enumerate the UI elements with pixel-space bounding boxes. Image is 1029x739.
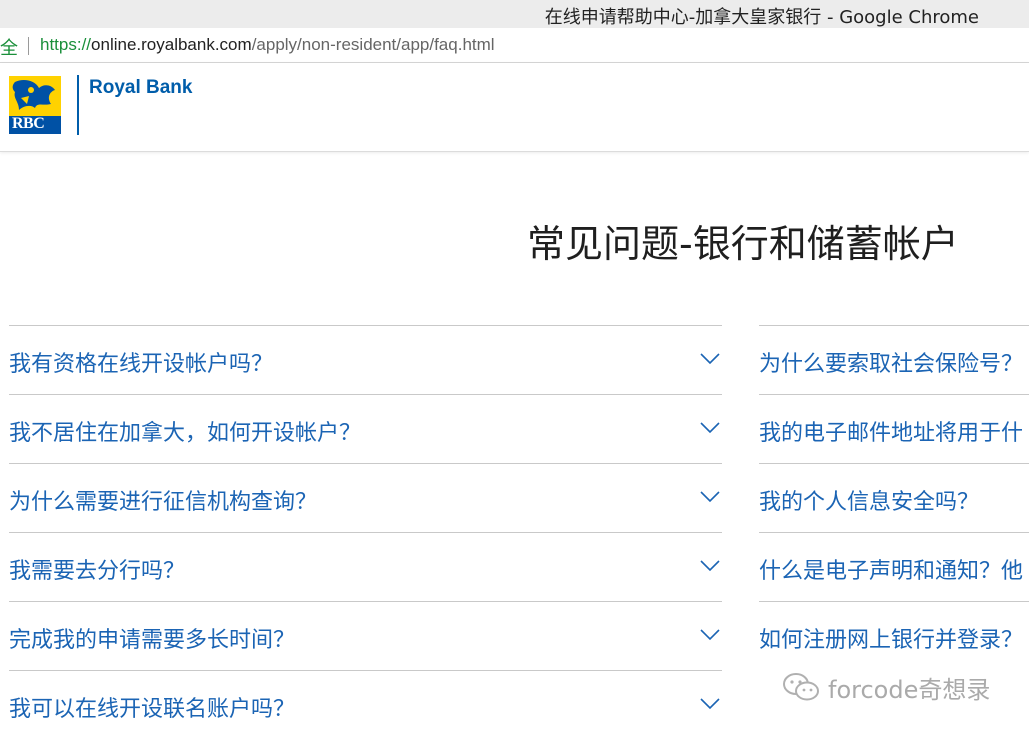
site-header: RBC Royal Bank xyxy=(0,63,1029,152)
faq-item[interactable]: 我可以在线开设联名账户吗？ xyxy=(9,670,722,739)
wechat-icon xyxy=(783,673,819,701)
page-title: 常见问题-银行和储蓄帐户 xyxy=(527,222,959,266)
faq-question[interactable]: 什么是电子声明和通知？他 xyxy=(759,553,1023,585)
faq-question[interactable]: 我可以在线开设联名账户吗？ xyxy=(9,691,295,723)
watermark-text: forcode奇想录 xyxy=(828,675,991,704)
secure-indicator[interactable]: 全 xyxy=(0,34,18,60)
logo-text: RBC xyxy=(12,115,45,132)
faq-item[interactable]: 什么是电子声明和通知？他 xyxy=(759,532,1029,601)
faq-item[interactable]: 我有资格在线开设帐户吗？ xyxy=(9,325,722,394)
chevron-down-icon[interactable] xyxy=(700,491,720,503)
chevron-down-icon[interactable] xyxy=(700,422,720,434)
faq-question[interactable]: 我需要去分行吗？ xyxy=(9,553,185,585)
faq-question[interactable]: 为什么需要进行征信机构查询？ xyxy=(9,484,317,516)
faq-question[interactable]: 如何注册网上银行并登录？ xyxy=(759,622,1023,654)
faq-list-left: 我有资格在线开设帐户吗？ 我不居住在加拿大，如何开设帐户？ 为什么需要进行征信机构查… xyxy=(9,325,722,739)
logo-divider xyxy=(77,75,79,135)
faq-list-right: 为什么要索取社会保险号？ 我的电子邮件地址将用于什 我的个人信息安全吗？ 什么是电子声… xyxy=(759,325,1029,670)
faq-question[interactable]: 我的个人信息安全吗？ xyxy=(759,484,979,516)
url-host: online.royalbank.com xyxy=(91,35,252,54)
faq-item[interactable]: 我不居住在加拿大，如何开设帐户？ xyxy=(9,394,722,463)
window-title: 在线申请帮助中心-加拿大皇家银行 - Google Chrome xyxy=(544,7,979,28)
url-scheme: https:// xyxy=(40,35,92,54)
browser-title-bar: 在线申请帮助中心-加拿大皇家银行 - Google Chrome xyxy=(0,0,1029,28)
chevron-down-icon[interactable] xyxy=(700,560,720,572)
faq-item[interactable]: 我需要去分行吗？ xyxy=(9,532,722,601)
watermark: forcode奇想录 xyxy=(782,670,990,704)
faq-question[interactable]: 我的电子邮件地址将用于什 xyxy=(759,415,1023,447)
rbc-logo[interactable]: RBC xyxy=(9,76,61,134)
chevron-down-icon[interactable] xyxy=(700,698,720,710)
brand-name[interactable]: Royal Bank xyxy=(89,77,192,99)
faq-item[interactable]: 我的个人信息安全吗？ xyxy=(759,463,1029,532)
faq-item[interactable]: 如何注册网上银行并登录？ xyxy=(759,601,1029,670)
faq-item[interactable]: 为什么要索取社会保险号？ xyxy=(759,325,1029,394)
faq-item[interactable]: 为什么需要进行征信机构查询？ xyxy=(9,463,722,532)
chevron-down-icon[interactable] xyxy=(700,629,720,641)
address-bar[interactable]: 全 https://online.royalbank.com/apply/non… xyxy=(0,28,1029,63)
url-field[interactable]: https://online.royalbank.com/apply/non-r… xyxy=(40,35,495,55)
faq-question[interactable]: 我不居住在加拿大，如何开设帐户？ xyxy=(9,415,361,447)
faq-item[interactable]: 我的电子邮件地址将用于什 xyxy=(759,394,1029,463)
faq-question[interactable]: 为什么要索取社会保险号？ xyxy=(759,346,1023,378)
address-divider xyxy=(28,37,29,55)
url-path: /apply/non-resident/app/faq.html xyxy=(251,35,495,54)
faq-item[interactable]: 完成我的申请需要多长时间？ xyxy=(9,601,722,670)
chevron-down-icon[interactable] xyxy=(700,353,720,365)
faq-question[interactable]: 完成我的申请需要多长时间？ xyxy=(9,622,295,654)
faq-question[interactable]: 我有资格在线开设帐户吗？ xyxy=(9,346,273,378)
